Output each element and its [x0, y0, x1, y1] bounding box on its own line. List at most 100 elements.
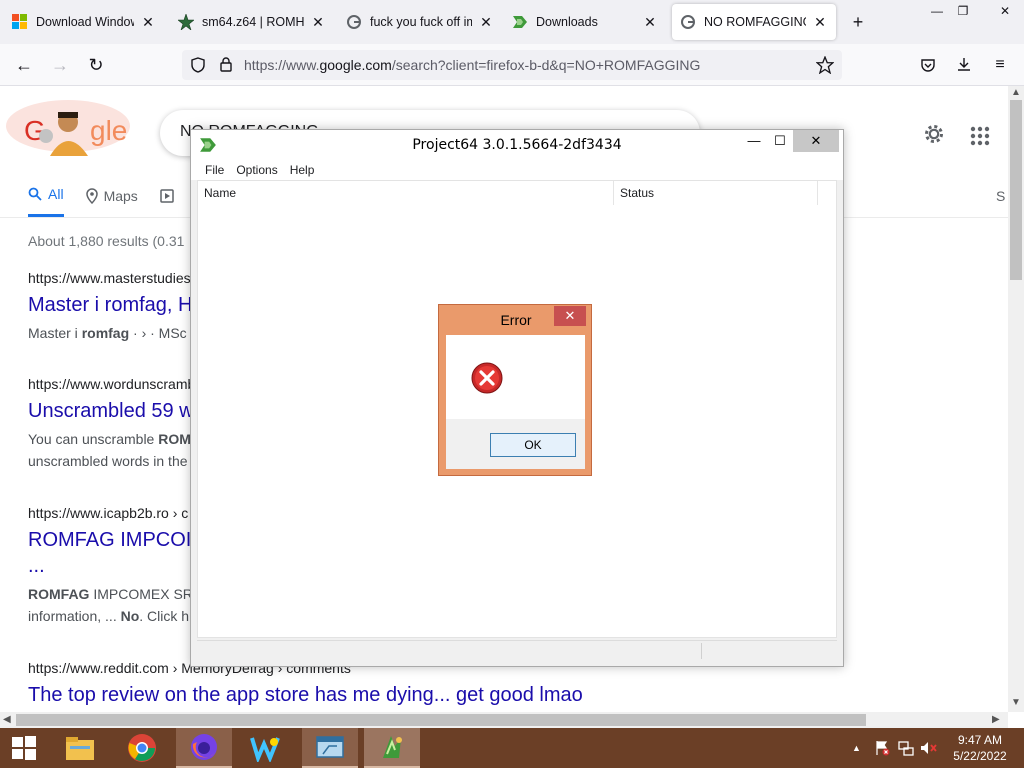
scroll-up-arrow-icon[interactable]: ▲ — [1011, 86, 1021, 100]
scroll-thumb[interactable] — [1010, 100, 1022, 280]
search-result: https://www.reddit.com › MemoryDefrag › … — [28, 660, 988, 708]
action-center-flag-icon[interactable] — [874, 740, 890, 756]
new-tab-icon[interactable]: + — [848, 12, 868, 32]
close-icon[interactable]: ✕ — [793, 130, 839, 152]
tab-close-icon[interactable]: ✕ — [812, 14, 828, 31]
result-stats: About 1,880 results (0.31 — [28, 233, 185, 249]
project64-favicon-icon — [513, 16, 527, 28]
map-pin-icon — [85, 187, 98, 204]
url-rest: /search?client=firefox-b-d&q=NO+ROMFAGGI… — [391, 57, 701, 73]
tab-close-icon[interactable]: ✕ — [478, 14, 494, 31]
pocket-icon[interactable] — [920, 57, 936, 73]
star-favicon-icon — [178, 14, 194, 30]
maximize-icon[interactable]: ☐ — [765, 130, 795, 152]
tab-no-romfagging[interactable]: NO ROMFAGGING - G ✕ — [672, 4, 836, 40]
snippet-bold: No — [120, 608, 140, 624]
column-status[interactable]: Status — [614, 181, 818, 205]
back-arrow-icon[interactable]: ← — [12, 53, 36, 77]
scroll-down-arrow-icon[interactable]: ▼ — [1011, 696, 1021, 710]
more-tabs-text[interactable]: S — [996, 188, 1005, 204]
chrome-icon[interactable] — [118, 728, 166, 768]
system-clock[interactable]: 9:47 AM 5/22/2022 — [940, 732, 1020, 764]
error-dialog-body: OK — [446, 335, 585, 469]
ok-button[interactable]: OK — [490, 433, 576, 457]
url-domain: google.com — [319, 57, 392, 73]
menu-options[interactable]: Options — [230, 160, 283, 180]
window-close-icon[interactable]: ✕ — [990, 0, 1020, 22]
snippet-bold: ROMFAG — [28, 586, 90, 602]
tab-title: sm64.z64 | ROMHAC — [202, 15, 304, 29]
browser-navigation-bar: ← → ↻ https://www.google.com/search?clie… — [0, 44, 1024, 86]
hamburger-menu-icon[interactable]: ≡ — [988, 53, 1012, 77]
scroll-right-arrow-icon[interactable]: ▶ — [992, 713, 1000, 727]
tab-title: NO ROMFAGGING - G — [704, 15, 806, 29]
gear-icon[interactable] — [922, 122, 946, 146]
network-icon[interactable] — [898, 740, 914, 756]
star-icon[interactable] — [816, 56, 834, 74]
svg-text:gle: gle — [90, 115, 127, 146]
tab-downloads[interactable]: Downloads ✕ — [504, 4, 666, 40]
reload-icon[interactable]: ↻ — [84, 53, 108, 77]
volume-muted-icon[interactable] — [920, 740, 938, 756]
error-dialog-footer: OK — [446, 419, 585, 469]
result-title-link[interactable]: The top review on the app store has me d… — [28, 682, 988, 708]
tab-title: Download Windows — [36, 15, 134, 29]
windows-logo-icon — [12, 14, 27, 29]
scroll-thumb[interactable] — [16, 714, 866, 726]
search-icon — [28, 187, 42, 201]
tab-close-icon[interactable]: ✕ — [140, 14, 156, 31]
firefox-icon[interactable] — [176, 728, 232, 768]
tab-close-icon[interactable]: ✕ — [642, 14, 658, 31]
tab-all[interactable]: All — [28, 186, 64, 217]
file-explorer-icon[interactable] — [56, 728, 104, 768]
browser-tab-strip: Download Windows ✕ sm64.z64 | ROMHAC ✕ f… — [0, 0, 1024, 44]
clock-date: 5/22/2022 — [953, 749, 1007, 763]
windows-taskbar: ▲ 9:47 AM 5/22/2022 — [0, 728, 1024, 768]
project64-statusbar — [197, 640, 837, 660]
url-text[interactable]: https://www.google.com/search?client=fir… — [244, 57, 700, 73]
project64-menubar: File Options Help — [191, 160, 843, 180]
tab-maps[interactable]: Maps — [85, 186, 138, 217]
app-icon[interactable] — [242, 728, 290, 768]
project64-titlebar[interactable]: Project64 3.0.1.5664-2df3434 — ☐ ✕ — [191, 130, 843, 160]
snippet-text: · › · MSc — [129, 325, 187, 341]
snippet-text: . Click h — [139, 608, 190, 624]
tray-chevron-up-icon[interactable]: ▲ — [852, 743, 861, 753]
column-name[interactable]: Name — [198, 181, 614, 205]
google-g-icon — [681, 15, 695, 29]
lock-icon[interactable] — [218, 56, 234, 72]
forward-arrow-icon[interactable]: → — [48, 53, 72, 77]
window-app-icon[interactable] — [302, 728, 358, 768]
snippet-bold: romfag — [81, 325, 130, 341]
video-icon — [160, 188, 174, 203]
statusbar-divider — [701, 643, 702, 659]
clock-time: 9:47 AM — [957, 733, 1003, 747]
project64-icon[interactable] — [364, 728, 420, 768]
tab-close-icon[interactable]: ✕ — [310, 14, 326, 31]
tab-google-search[interactable]: fuck you fuck off im ✕ — [338, 4, 502, 40]
snippet-text: You can unscramble — [28, 431, 159, 447]
google-apps-icon[interactable] — [970, 126, 990, 146]
url-bar[interactable]: https://www.google.com/search?client=fir… — [182, 50, 842, 80]
tab-download-windows[interactable]: Download Windows ✕ — [4, 4, 164, 40]
tab-label: Maps — [103, 187, 138, 204]
restore-icon[interactable]: ❐ — [948, 0, 978, 22]
url-prefix: https://www. — [244, 57, 320, 73]
error-dialog: Error ✕ OK — [438, 304, 592, 476]
windows-start-icon[interactable] — [0, 728, 48, 768]
error-icon — [471, 362, 503, 394]
download-icon[interactable] — [956, 56, 972, 72]
menu-help[interactable]: Help — [284, 160, 321, 180]
tab-title: fuck you fuck off im — [370, 15, 472, 29]
menu-file[interactable]: File — [199, 160, 230, 180]
horizontal-scrollbar[interactable]: ◀ ▶ — [0, 712, 1008, 728]
vertical-scrollbar[interactable]: ▲ ▼ — [1008, 86, 1024, 712]
tab-videos[interactable] — [160, 186, 174, 217]
google-doodle-logo[interactable]: G gle — [6, 96, 136, 156]
tab-sm64-romhack[interactable]: sm64.z64 | ROMHAC ✕ — [170, 4, 334, 40]
close-icon[interactable]: ✕ — [554, 306, 586, 326]
google-g-icon — [347, 15, 361, 29]
shield-icon[interactable] — [190, 57, 206, 73]
scroll-left-arrow-icon[interactable]: ◀ — [3, 713, 11, 727]
google-search-tabs: All Maps — [28, 186, 174, 217]
